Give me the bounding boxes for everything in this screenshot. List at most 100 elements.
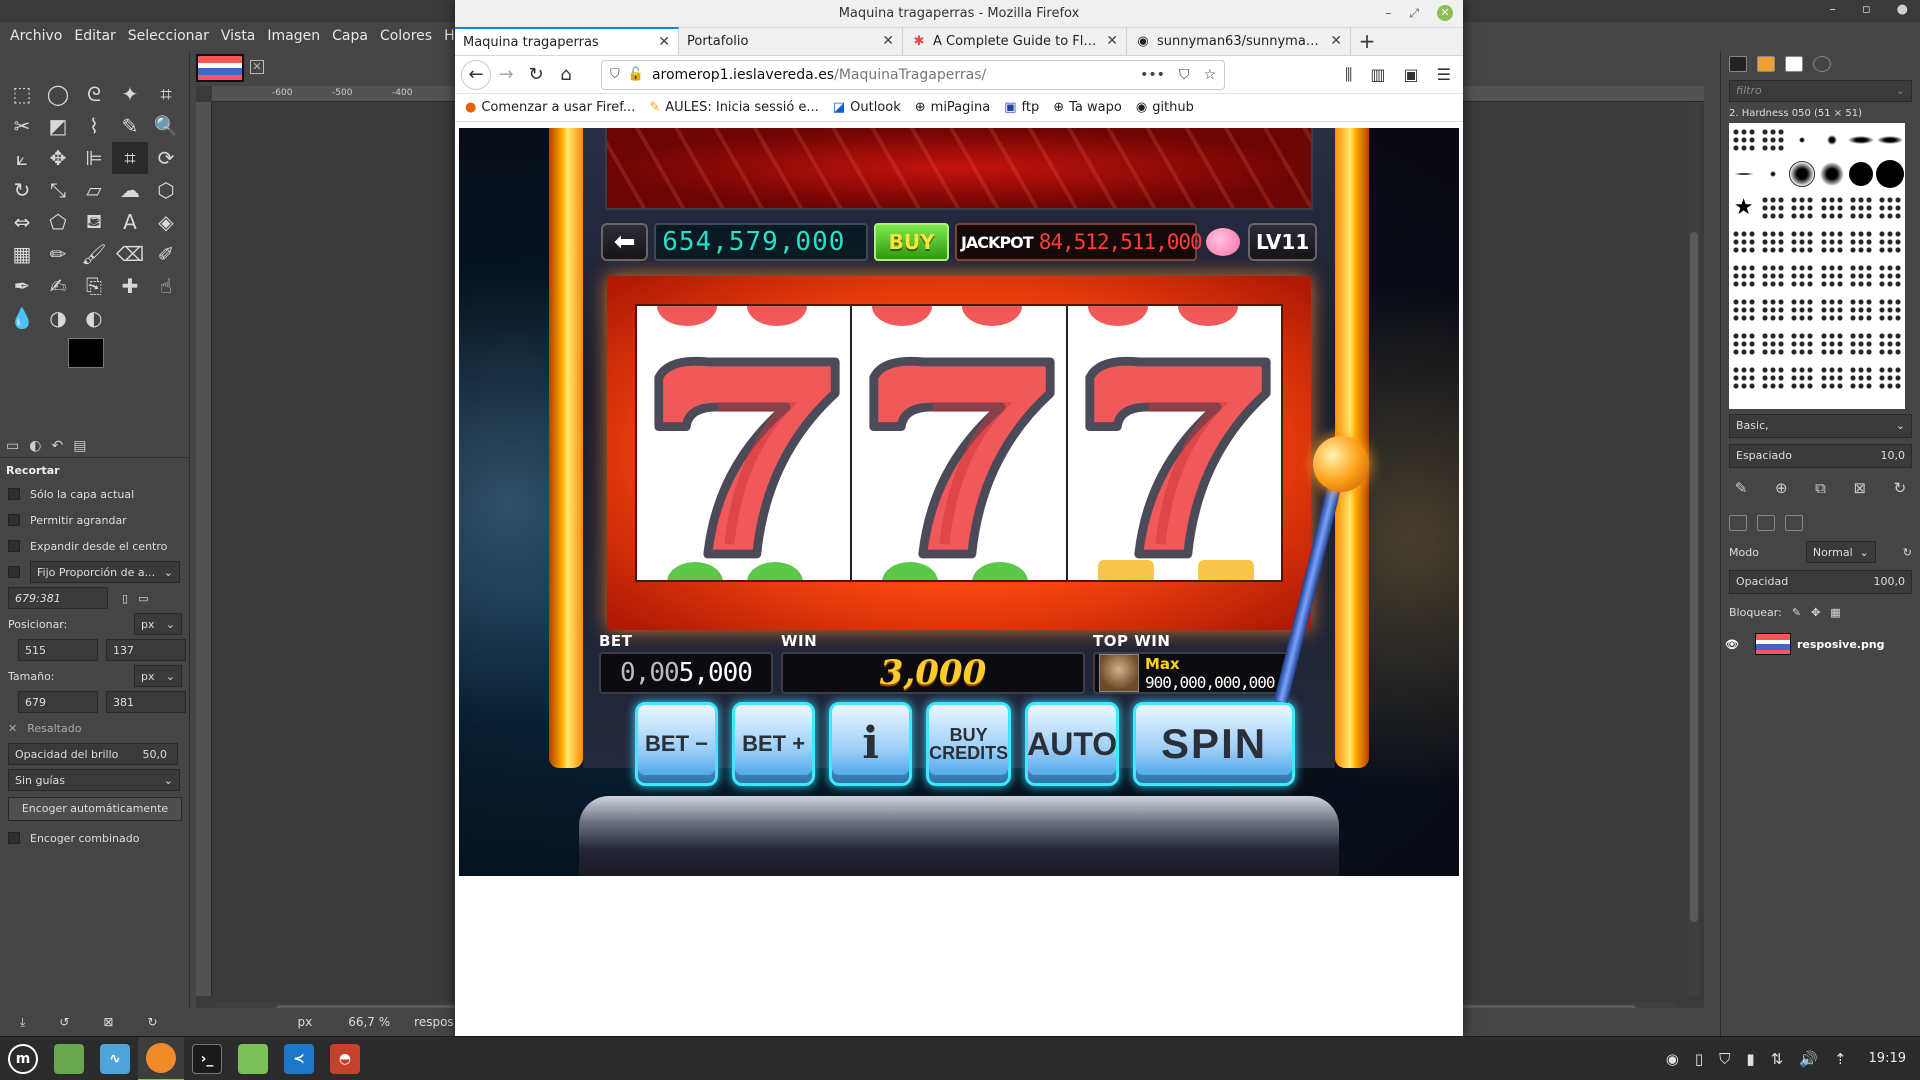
shield-icon[interactable]: ⛉: [610, 67, 620, 82]
taskbar-monitor[interactable]: ∿: [92, 1037, 138, 1080]
foreground-select-icon[interactable]: ◩: [40, 110, 76, 142]
brush-item[interactable]: [1878, 230, 1903, 254]
brush-item[interactable]: [1799, 137, 1806, 143]
heal-icon[interactable]: ✚: [112, 270, 148, 302]
tab-github[interactable]: ◉ sunnyman63/sunnyman63 ✕: [1127, 27, 1351, 55]
taskbar-terminal[interactable]: ›_: [184, 1037, 230, 1080]
brush-item[interactable]: [1760, 264, 1785, 288]
fuzzy-select-icon[interactable]: ✦: [112, 78, 148, 110]
paintbrush-icon[interactable]: 🖌: [76, 238, 112, 270]
brush-item[interactable]: [1731, 366, 1756, 390]
tab-maquina-tragaperras[interactable]: Maquina tragaperras ✕: [455, 27, 679, 55]
restore-icon[interactable]: ↻: [147, 1015, 157, 1029]
battery-icon[interactable]: ▮: [1746, 1050, 1754, 1068]
flip-icon[interactable]: ⇔: [4, 206, 40, 238]
reset-icon[interactable]: ↺: [59, 1015, 69, 1029]
reload-button[interactable]: ↻: [521, 60, 551, 90]
layer-item[interactable]: 👁 resposive.png: [1725, 629, 1916, 659]
brush-item[interactable]: [1819, 230, 1844, 254]
close-tab-icon[interactable]: ✕: [1106, 33, 1118, 49]
brush-item[interactable]: [1878, 264, 1903, 288]
brush-item[interactable]: [1848, 366, 1873, 390]
layer-opacity-slider[interactable]: Opacidad 100,0: [1729, 570, 1912, 594]
brush-item[interactable]: [1790, 298, 1815, 322]
brush-item[interactable]: [1819, 332, 1844, 356]
menu-icon[interactable]: ☰: [1437, 65, 1451, 85]
cage-icon[interactable]: ⬡: [148, 174, 184, 206]
brush-item[interactable]: [1790, 332, 1815, 356]
duplicate-brush-icon[interactable]: ⧉: [1815, 479, 1826, 497]
bookmark-aules[interactable]: ✎ AULES: Inicia sessió e...: [649, 100, 819, 115]
bucket-icon[interactable]: ⛾: [76, 206, 112, 238]
text-icon[interactable]: A: [112, 206, 148, 238]
piggy-bank-icon[interactable]: [1203, 223, 1242, 261]
crop-icon[interactable]: ⌗: [112, 142, 148, 174]
brush-item[interactable]: [1733, 173, 1754, 175]
layers-tab-icon[interactable]: [1729, 515, 1747, 531]
edit-brush-icon[interactable]: ✎: [1735, 479, 1748, 497]
brush-item[interactable]: [1790, 366, 1815, 390]
brush-item[interactable]: [1819, 196, 1844, 220]
mode-combo[interactable]: Normal ⌄: [1805, 541, 1876, 563]
menu-capa[interactable]: Capa: [326, 28, 374, 44]
minimize-icon[interactable]: –: [1829, 2, 1836, 17]
visibility-eye-icon[interactable]: 👁: [1725, 638, 1739, 651]
brush-item[interactable]: [1819, 264, 1844, 288]
insecure-lock-icon[interactable]: 🔓: [628, 67, 644, 82]
lever-knob[interactable]: [1313, 436, 1369, 492]
warp-icon[interactable]: ☁: [112, 174, 148, 206]
rect-select-icon[interactable]: ⬚: [4, 78, 40, 110]
zoom-selector[interactable]: 66,7 %: [348, 1015, 390, 1029]
spacing-slider[interactable]: Espaciado 10,0: [1729, 444, 1912, 468]
forward-button[interactable]: →: [491, 60, 521, 90]
position-unit-combo[interactable]: px ⌄: [134, 613, 182, 635]
brush-item[interactable]: [1790, 196, 1815, 220]
brush-item[interactable]: [1877, 136, 1904, 144]
close-icon[interactable]: ✕: [1437, 5, 1453, 21]
clipboard-icon[interactable]: ▯: [1695, 1050, 1703, 1068]
brush-item[interactable]: [1760, 366, 1785, 390]
lock-alpha-icon[interactable]: ▦: [1830, 606, 1840, 619]
close-icon[interactable]: ●: [1897, 2, 1908, 17]
patterns-tab-icon[interactable]: [1757, 56, 1775, 72]
images-tab-icon[interactable]: ▤: [73, 438, 86, 454]
home-button[interactable]: ⌂: [551, 60, 581, 90]
export-icon[interactable]: ⤓: [20, 1015, 25, 1030]
shear-icon[interactable]: ▱: [76, 174, 112, 206]
menu-archivo[interactable]: Archivo: [4, 28, 68, 44]
tab-portafolio[interactable]: Portafolio ✕: [679, 27, 903, 55]
brush-item[interactable]: [1847, 136, 1874, 144]
size-unit-combo[interactable]: px ⌄: [134, 665, 182, 687]
pos-y-field[interactable]: 137: [106, 639, 186, 661]
checkbox[interactable]: [8, 540, 20, 552]
checkbox[interactable]: [8, 488, 20, 500]
move-icon[interactable]: ✥: [40, 142, 76, 174]
fixed-checkbox[interactable]: [8, 566, 20, 578]
minimize-icon[interactable]: –: [1385, 6, 1391, 20]
close-tab-icon[interactable]: ✕: [1330, 33, 1342, 49]
maximize-icon[interactable]: ⤢: [1409, 6, 1419, 21]
brush-item[interactable]: [1760, 196, 1785, 220]
airbrush-icon[interactable]: ✐: [148, 238, 184, 270]
brush-item[interactable]: [1760, 332, 1785, 356]
brush-item[interactable]: [1848, 230, 1873, 254]
lasso-icon[interactable]: ᘓ: [76, 78, 112, 110]
brush-item[interactable]: [1876, 160, 1905, 188]
option-current-layer[interactable]: Sólo la capa actual: [0, 481, 190, 507]
checkbox[interactable]: [8, 832, 20, 844]
unit-selector[interactable]: px: [298, 1015, 313, 1029]
landscape-icon[interactable]: ▭: [138, 592, 148, 605]
brush-item[interactable]: [1760, 230, 1785, 254]
updates-icon[interactable]: ⇡: [1834, 1050, 1847, 1068]
combined-row[interactable]: Encoger combinado: [0, 825, 190, 851]
ink-icon[interactable]: ✒: [4, 270, 40, 302]
page-actions-icon[interactable]: •••: [1140, 67, 1165, 83]
taskbar-vscode[interactable]: ≺: [276, 1037, 322, 1080]
zoom-icon[interactable]: 🔍: [148, 110, 184, 142]
checkbox[interactable]: [8, 514, 20, 526]
brush-item[interactable]: [1848, 196, 1873, 220]
menu-seleccionar[interactable]: Seleccionar: [122, 28, 215, 44]
scroll-thumb[interactable]: [1690, 232, 1698, 922]
delete-brush-icon[interactable]: ⊠: [1853, 479, 1866, 497]
highlight-opacity-slider[interactable]: Opacidad del brillo 50,0: [8, 743, 178, 765]
